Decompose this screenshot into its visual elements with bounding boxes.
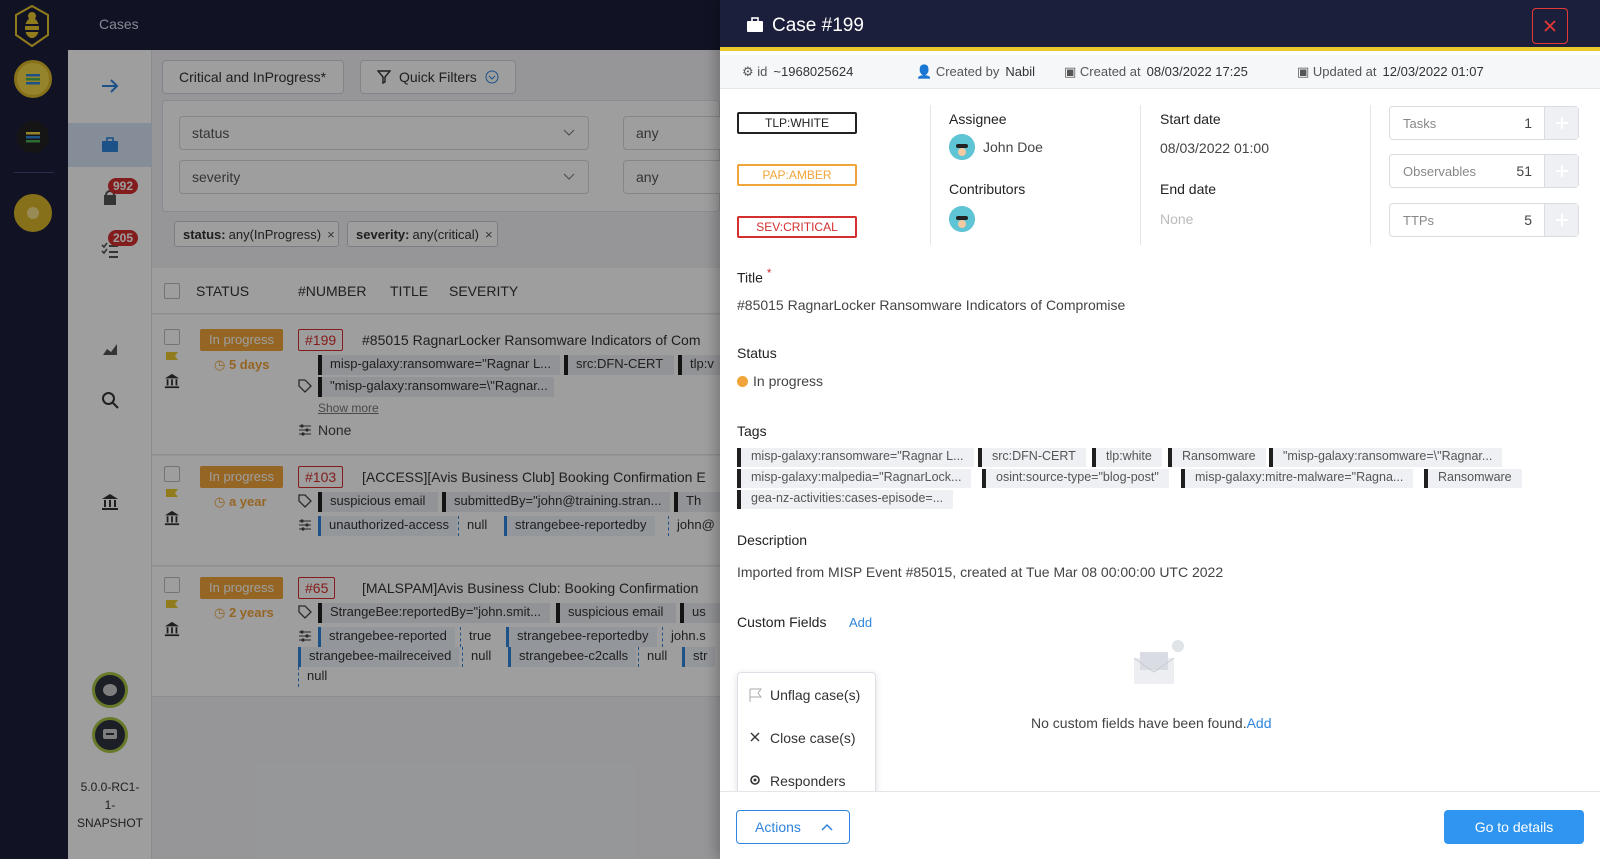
case-tag[interactable]: "misp-galaxy:ransomware=\"Ragnar...: [1269, 448, 1503, 467]
case-tag[interactable]: gea-nz-activities:cases-episode=...: [737, 490, 954, 509]
end-date-value[interactable]: None: [1160, 211, 1193, 227]
drawer-title: Case #199: [772, 15, 864, 36]
contributors-label: Contributors: [949, 181, 1026, 197]
severity-label[interactable]: SEV:CRITICAL: [737, 216, 857, 238]
description-value[interactable]: Imported from MISP Event #85015, created…: [737, 564, 1223, 580]
add-observable-button[interactable]: [1544, 155, 1578, 187]
modal-backdrop[interactable]: [0, 0, 720, 859]
case-tag[interactable]: Ransomware: [1424, 469, 1522, 488]
observables-counter[interactable]: Observables 51: [1389, 154, 1579, 188]
drawer-footer: Actions Go to details: [720, 791, 1600, 859]
end-date-label: End date: [1160, 181, 1217, 197]
empty-custom-fields: No custom fields have been found.Add: [1031, 715, 1272, 731]
case-drawer: Case #199 ⚙ id ~1968025624 👤 Created by Na…: [720, 0, 1600, 859]
start-date-label: Start date: [1160, 111, 1221, 127]
created-at: ▣ Created at 08/03/2022 17:25: [1064, 64, 1248, 79]
close-button[interactable]: [1532, 8, 1568, 44]
gear-icon: [750, 775, 760, 785]
close-icon: [1544, 20, 1556, 32]
avatar: [949, 134, 975, 160]
actions-button[interactable]: Actions: [736, 810, 850, 844]
status-value[interactable]: In progress: [753, 373, 823, 389]
case-tag[interactable]: misp-galaxy:mitre-malware="Ragna...: [1181, 469, 1414, 488]
case-tag[interactable]: misp-galaxy:ransomware="Ragnar L...: [737, 448, 974, 467]
updated-at: ▣ Updated at 12/03/2022 01:07: [1297, 64, 1484, 79]
plus-icon: [1555, 165, 1568, 177]
add-custom-field-link[interactable]: Add: [849, 615, 872, 630]
case-tag[interactable]: misp-galaxy:malpedia="RagnarLock...: [737, 469, 972, 488]
flag-outline-icon: [749, 688, 762, 702]
empty-mailbox-icon: [1130, 640, 1186, 697]
go-to-details-button[interactable]: Go to details: [1444, 810, 1584, 844]
tags-label: Tags: [737, 423, 767, 439]
assignee-label: Assignee: [949, 111, 1007, 127]
ttps-counter[interactable]: TTPs 5: [1389, 203, 1579, 237]
status-label: Status: [737, 345, 777, 361]
add-task-button[interactable]: [1544, 107, 1578, 139]
tlp-label[interactable]: TLP:WHITE: [737, 112, 857, 134]
tasks-counter[interactable]: Tasks 1: [1389, 106, 1579, 140]
divider: [1140, 105, 1141, 245]
custom-fields-label: Custom Fields: [737, 614, 827, 630]
case-tag[interactable]: tlp:white: [1092, 448, 1162, 467]
pap-label[interactable]: PAP:AMBER: [737, 164, 857, 186]
plus-icon: [1555, 117, 1568, 129]
assignee-value[interactable]: John Doe: [983, 139, 1043, 155]
add-custom-field-link[interactable]: Add: [1247, 715, 1272, 731]
drawer-header: Case #199: [720, 0, 1600, 51]
close-icon: [750, 732, 760, 742]
title-label: Title *: [737, 267, 772, 286]
actions-menu: Unflag case(s) Close case(s) Responders: [737, 672, 876, 802]
divider: [930, 105, 931, 245]
chevron-up-icon: [821, 823, 833, 831]
start-date-value[interactable]: 08/03/2022 01:00: [1160, 140, 1269, 156]
case-tag[interactable]: src:DFN-CERT: [978, 448, 1086, 467]
avatar[interactable]: [949, 206, 975, 232]
divider: [1370, 105, 1371, 245]
case-meta-bar: ⚙ id ~1968025624 👤 Created by Nabil ▣ Crea…: [720, 55, 1600, 89]
menu-item-close[interactable]: Close case(s): [738, 718, 877, 758]
briefcase-icon: [746, 17, 764, 38]
menu-item-unflag[interactable]: Unflag case(s): [738, 675, 877, 715]
case-tag[interactable]: osint:source-type="blog-post": [982, 469, 1169, 488]
title-value[interactable]: #85015 RagnarLocker Ransomware Indicator…: [737, 297, 1125, 313]
description-label: Description: [737, 532, 808, 548]
status-dot: [737, 376, 748, 387]
case-tag[interactable]: Ransomware: [1168, 448, 1266, 467]
created-by: 👤 Created by Nabil: [916, 64, 1036, 79]
case-id: ⚙ id ~1968025624: [742, 64, 854, 79]
add-ttp-button[interactable]: [1544, 204, 1578, 236]
plus-icon: [1555, 214, 1568, 226]
